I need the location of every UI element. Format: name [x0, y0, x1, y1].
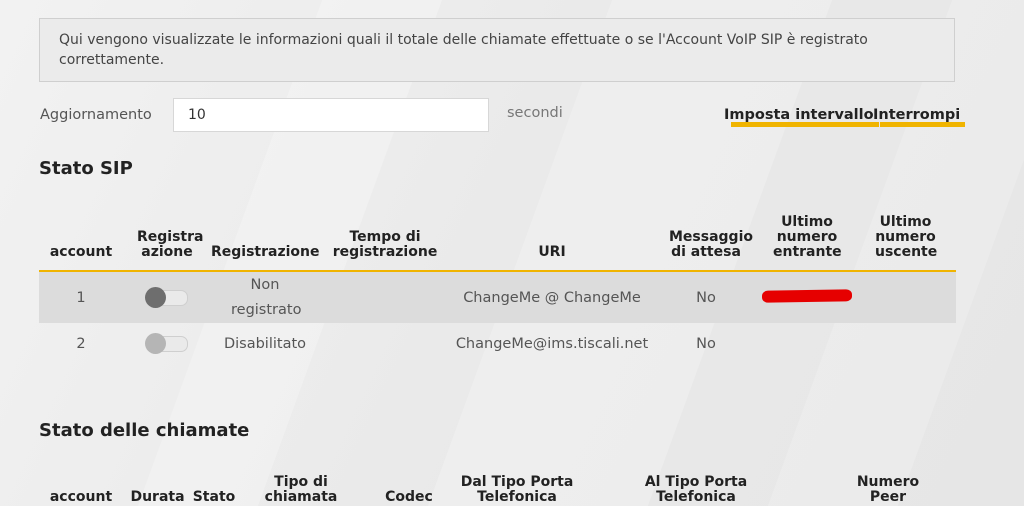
- info-box: Qui vengono visualizzate le informazioni…: [39, 18, 955, 82]
- cell-last-incoming: [759, 323, 855, 365]
- table-row: 2 Disabilitato ChangeMe@ims.tiscali.net …: [39, 323, 956, 365]
- col-account: account: [49, 489, 113, 505]
- cell-uri: ChangeMe @ ChangeMe: [463, 289, 641, 306]
- col-message-waiting: Messaggio di attesa: [669, 229, 753, 260]
- redaction-mark: [761, 288, 853, 303]
- cell-toggle: [123, 323, 211, 365]
- col-peer-number: Numero Peer: [856, 474, 920, 505]
- col-last-incoming: Ultimo numero entrante: [773, 214, 842, 260]
- cell-uri: ChangeMe@ims.tiscali.net: [455, 336, 649, 352]
- refresh-label: Aggiornamento: [40, 107, 152, 123]
- call-status-table: account Durata Stato Tipo di chiamata Co…: [39, 475, 956, 505]
- sip-status-table: account Registra azione Registrazione Te…: [39, 215, 956, 365]
- refresh-unit-label: secondi: [507, 105, 563, 121]
- col-registration-time: Tempo di registrazione: [332, 229, 438, 260]
- cell-registration-time: [319, 323, 451, 365]
- cell-account: 2: [76, 336, 86, 352]
- toggle-knob: [145, 286, 166, 308]
- col-codec: Codec: [385, 489, 433, 505]
- stop-button[interactable]: Interrompi: [872, 107, 966, 127]
- cell-last-outgoing: [855, 271, 956, 323]
- set-interval-button[interactable]: Imposta intervallo: [723, 107, 879, 127]
- call-status-title: Stato delle chiamate: [39, 420, 250, 441]
- cell-registration-time: [319, 271, 451, 323]
- cell-message-waiting: No: [696, 289, 716, 306]
- col-from-port-type: Dal Tipo Porta Telefonica: [460, 474, 574, 505]
- col-uri: URI: [538, 244, 566, 260]
- cell-registration: Non registrato: [231, 276, 302, 318]
- col-account: account: [49, 244, 113, 260]
- cell-account: 1: [76, 289, 86, 306]
- cell-message-waiting: No: [696, 336, 716, 352]
- register-toggle[interactable]: [145, 286, 188, 308]
- col-state: Stato: [192, 489, 236, 505]
- col-register-action: Registra azione: [137, 229, 204, 260]
- toggle-knob: [145, 333, 166, 354]
- refresh-interval-input[interactable]: [173, 98, 489, 132]
- register-toggle[interactable]: [145, 333, 188, 354]
- table-header-row: account Durata Stato Tipo di chiamata Co…: [39, 475, 956, 505]
- stop-label: Interrompi: [873, 107, 961, 123]
- sip-status-title: Stato SIP: [39, 158, 133, 179]
- col-registration: Registrazione: [211, 244, 320, 260]
- cell-registration: Disabilitato: [223, 336, 307, 352]
- col-call-type: Tipo di chiamata: [264, 474, 338, 505]
- table-row: 1 Non registrato ChangeMe @ ChangeMe No: [39, 271, 956, 323]
- col-last-outgoing: Ultimo numero uscente: [875, 214, 938, 260]
- cell-last-incoming: [759, 271, 855, 323]
- cell-toggle: [123, 271, 211, 323]
- table-header-row: account Registra azione Registrazione Te…: [39, 215, 956, 271]
- col-duration: Durata: [130, 489, 185, 505]
- set-interval-label: Imposta intervallo: [724, 107, 874, 123]
- cell-last-outgoing: [855, 323, 956, 365]
- col-to-port-type: Al Tipo Porta Telefonica: [644, 474, 748, 505]
